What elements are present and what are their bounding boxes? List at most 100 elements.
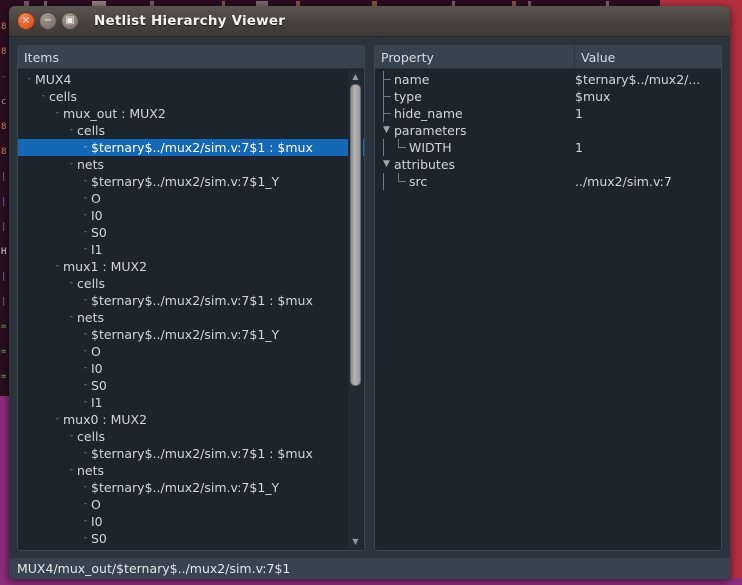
tree-branch-icon (379, 71, 394, 88)
desktop-glyph: | (1, 222, 7, 232)
scrollbar-thumb[interactable] (350, 84, 361, 387)
property-row[interactable]: hide_name 1 (375, 105, 721, 122)
desktop-glyph: = (1, 347, 7, 357)
tree-item[interactable]: - $ternary$../mux2/sim.v:7$1 : $mux (18, 139, 364, 156)
tree-twisty-icon[interactable]: - (66, 122, 77, 139)
property-name-cell: type (375, 88, 575, 105)
chevron-down-icon[interactable]: ▼ (379, 156, 394, 173)
property-row[interactable]: name $ternary$../mux2/... (375, 71, 721, 88)
tree-twisty-icon[interactable]: - (80, 207, 91, 224)
tree-twisty-icon[interactable]: - (80, 530, 91, 547)
tree-twisty-icon[interactable]: - (52, 105, 63, 122)
tree-item[interactable]: - cells (18, 88, 364, 105)
property-row[interactable]: ▼ attributes (375, 156, 721, 173)
tree-item[interactable]: - cells (18, 275, 364, 292)
tree-item[interactable]: - S0 (18, 530, 364, 547)
desktop-glyph: 8 (1, 122, 7, 132)
tree-twisty-icon[interactable]: - (66, 275, 77, 292)
tree-item[interactable]: - I0 (18, 513, 364, 530)
property-name-cell: ▼ attributes (375, 156, 575, 173)
property-row[interactable]: src ../mux2/sim.v:7 (375, 173, 721, 190)
tree-twisty-icon[interactable]: - (66, 309, 77, 326)
minimize-icon[interactable]: − (39, 12, 57, 30)
maximize-icon[interactable]: ▣ (61, 12, 79, 30)
tree-twisty-icon[interactable]: - (66, 462, 77, 479)
property-row[interactable]: type $mux (375, 88, 721, 105)
tree-twisty-icon[interactable]: - (52, 258, 63, 275)
tree-twisty-icon[interactable]: - (80, 241, 91, 258)
property-row[interactable]: WIDTH 1 (375, 139, 721, 156)
property-name-cell: src (375, 173, 575, 190)
tree-item[interactable]: - S0 (18, 224, 364, 241)
tree-twisty-icon[interactable]: - (52, 411, 63, 428)
tree-item[interactable]: - $ternary$../mux2/sim.v:7$1 : $mux (18, 292, 364, 309)
property-rows[interactable]: name $ternary$../mux2/... type $mux hide_nam… (375, 69, 721, 550)
tree-twisty-icon[interactable]: - (80, 139, 91, 156)
tree-item[interactable]: - I1 (18, 241, 364, 258)
tree-rows[interactable]: - MUX4- cells - mux_out : MUX2- cells - $ternar… (18, 69, 364, 550)
tree-header-items[interactable]: Items (18, 46, 364, 68)
scroll-up-icon[interactable]: ▲ (348, 70, 363, 84)
tree-guide-line (379, 173, 394, 190)
tree-twisty-icon[interactable]: - (80, 326, 91, 343)
tree-item[interactable]: - nets (18, 462, 364, 479)
tree-twisty-icon[interactable]: - (80, 394, 91, 411)
desktop-glyph: 8 (1, 147, 7, 157)
scrollbar-track[interactable] (348, 84, 363, 535)
tree-twisty-icon[interactable]: - (80, 190, 91, 207)
property-header-property[interactable]: Property (375, 46, 575, 68)
desktop-glyph: 8 (1, 22, 7, 32)
tree-item[interactable]: - $ternary$../mux2/sim.v:7$1_Y (18, 326, 364, 343)
tree-item[interactable]: - mux_out : MUX2 (18, 105, 364, 122)
property-row[interactable]: ▼ parameters (375, 122, 721, 139)
tree-twisty-icon[interactable]: - (80, 513, 91, 530)
tree-item[interactable]: - $ternary$../mux2/sim.v:7$1 : $mux (18, 445, 364, 462)
tree-item[interactable]: -O (18, 496, 364, 513)
property-header-value[interactable]: Value (575, 46, 721, 68)
tree-vertical-scrollbar[interactable]: ▲ ▼ (348, 70, 363, 549)
tree-twisty-icon[interactable]: - (80, 377, 91, 394)
tree-item[interactable]: -O (18, 190, 364, 207)
tree-twisty-icon[interactable]: - (80, 445, 91, 462)
tree-twisty-icon[interactable]: - (80, 173, 91, 190)
tree-item[interactable]: - cells (18, 428, 364, 445)
tree-item[interactable]: - $ternary$../mux2/sim.v:7$1_Y (18, 479, 364, 496)
property-name-label: WIDTH (409, 140, 452, 155)
tree-item[interactable]: - $ternary$../mux2/sim.v:7$1_Y (18, 173, 364, 190)
tree-twisty-icon[interactable]: - (80, 343, 91, 360)
tree-twisty-icon[interactable]: - (66, 428, 77, 445)
tree-item[interactable]: - mux0 : MUX2 (18, 411, 364, 428)
tree-item[interactable]: - S0 (18, 377, 364, 394)
tree-item[interactable]: - I0 (18, 207, 364, 224)
tree-item[interactable]: - mux1 : MUX2 (18, 258, 364, 275)
hierarchy-tree-panel: Items - MUX4- cells - mux_out : MUX2- cells - $… (17, 45, 365, 551)
tree-twisty-icon[interactable]: - (80, 496, 91, 513)
tree-twisty-icon[interactable]: - (24, 71, 35, 88)
desktop-magenta-strip (0, 578, 742, 585)
property-name-label: src (409, 174, 428, 189)
chevron-down-icon[interactable]: ▼ (379, 122, 394, 139)
tree-twisty-icon[interactable]: - (80, 360, 91, 377)
tree-item[interactable]: - I1 (18, 394, 364, 411)
tree-item[interactable]: -O (18, 343, 364, 360)
status-bar: MUX4/mux_out/$ternary$../mux2/sim.v:7$1 (9, 557, 730, 579)
tree-item-label: $ternary$../mux2/sim.v:7$1_Y (91, 174, 280, 189)
tree-item[interactable]: - nets (18, 309, 364, 326)
window-titlebar[interactable]: × − ▣ Netlist Hierarchy Viewer (9, 6, 730, 37)
desktop-glyph: c (1, 97, 7, 107)
tree-twisty-icon[interactable]: - (66, 156, 77, 173)
tree-item-label: nets (77, 157, 105, 172)
tree-twisty-icon[interactable]: - (38, 88, 49, 105)
tree-twisty-icon[interactable]: - (80, 479, 91, 496)
close-icon[interactable]: × (17, 12, 35, 30)
tree-twisty-icon[interactable]: - (80, 292, 91, 309)
scroll-down-icon[interactable]: ▼ (348, 535, 363, 549)
tree-item[interactable]: - I0 (18, 360, 364, 377)
panes-container: Items - MUX4- cells - mux_out : MUX2- cells - $… (17, 45, 722, 551)
tree-twisty-icon[interactable]: - (80, 224, 91, 241)
tree-item[interactable]: - cells (18, 122, 364, 139)
tree-item[interactable]: - MUX4 (18, 71, 364, 88)
tree-item[interactable]: - nets (18, 156, 364, 173)
tree-branch-icon (394, 173, 409, 190)
tree-item-label: $ternary$../mux2/sim.v:7$1_Y (91, 327, 280, 342)
